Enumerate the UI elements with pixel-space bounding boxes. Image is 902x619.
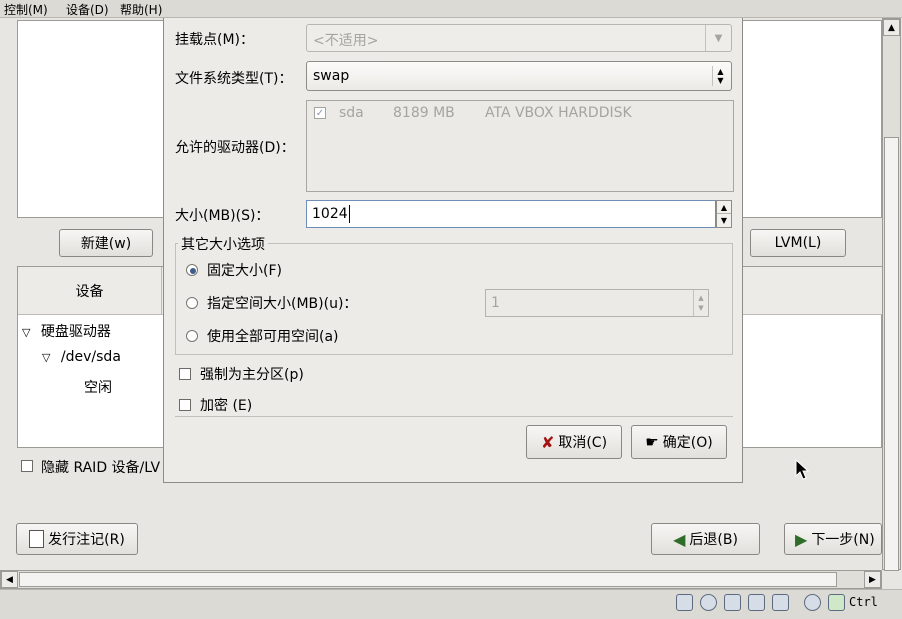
force-primary-checkbox[interactable] — [179, 368, 191, 380]
network-icon[interactable] — [724, 594, 741, 611]
ok-hand-icon: ☛ — [645, 433, 659, 451]
size-input[interactable]: 1024 — [306, 200, 716, 228]
cancel-icon: ✘ — [540, 432, 555, 452]
upto-size-radio[interactable] — [186, 297, 198, 309]
scroll-left-icon[interactable]: ◀ — [1, 571, 18, 588]
fixed-size-label: 固定大小(F) — [207, 263, 282, 279]
mouse-integration-icon[interactable] — [804, 594, 821, 611]
arrow-left-icon: ◀ — [673, 529, 686, 549]
tree-row-harddrives[interactable]: ▽ 硬盘驱动器 — [22, 321, 111, 341]
fixed-size-radio[interactable] — [186, 264, 198, 276]
drive-row-sda[interactable]: ✓ sda 8189 MB ATA VBOX HARDDISK — [307, 105, 733, 127]
encrypt-checkbox[interactable] — [179, 399, 191, 411]
drive-checkbox[interactable]: ✓ — [314, 107, 326, 119]
partition-graph-area-right — [742, 20, 882, 218]
upto-size-input[interactable]: 1 ▲ ▼ — [485, 289, 709, 317]
force-primary-label: 强制为主分区(p) — [200, 367, 304, 383]
ok-button[interactable]: ☛ 确定(O) — [631, 425, 727, 459]
menu-devices[interactable]: 设备(D) — [66, 1, 109, 18]
host-key-icon[interactable] — [828, 594, 845, 611]
spin-up-icon[interactable]: ▲ — [717, 201, 731, 214]
horizontal-scrollbar[interactable]: ◀ ▶ — [0, 570, 882, 589]
document-icon — [29, 530, 45, 548]
hscrollbar-thumb[interactable] — [19, 572, 837, 587]
menu-help[interactable]: 帮助(H) — [120, 1, 162, 18]
harddisk-icon[interactable] — [676, 594, 693, 611]
tree-row-free[interactable]: 空闲 — [84, 377, 112, 397]
tree-row-sda[interactable]: ▽ /dev/sda — [42, 349, 121, 365]
scroll-right-icon[interactable]: ▶ — [864, 571, 881, 588]
size-label: 大小(MB)(S)： — [175, 208, 270, 224]
menu-control[interactable]: 控制(M) — [4, 1, 48, 18]
text-cursor — [349, 205, 350, 223]
back-button[interactable]: ◀ 后退(B) — [651, 523, 760, 555]
hide-raid-checkbox[interactable] — [21, 460, 33, 472]
updown-arrow-icon[interactable]: ▲ ▼ — [712, 66, 728, 86]
dropdown-arrow-icon[interactable]: ▼ — [705, 25, 731, 51]
cancel-button[interactable]: ✘ 取消(C) — [526, 425, 622, 459]
mount-point-combo[interactable]: <不适用> ▼ — [306, 24, 732, 52]
fill-size-label: 使用全部可用空间(a) — [207, 329, 339, 345]
scroll-up-icon[interactable]: ▲ — [883, 19, 900, 36]
upto-spinner-icon[interactable]: ▲ ▼ — [693, 290, 708, 316]
spin-down-icon[interactable]: ▼ — [717, 214, 731, 227]
other-size-title: 其它大小选项 — [178, 234, 268, 254]
vertical-scrollbar[interactable]: ▲ — [882, 18, 901, 571]
upto-size-label: 指定空间大小(MB)(u)： — [207, 296, 358, 312]
expander-icon[interactable]: ▽ — [42, 351, 50, 364]
menu-bar: 控制(M) 设备(D) 帮助(H) — [0, 0, 902, 18]
lvm-button[interactable]: LVM(L) — [750, 229, 846, 257]
status-bar — [0, 589, 902, 619]
partition-graph-area — [17, 20, 165, 218]
new-button[interactable]: 新建(w) — [59, 229, 153, 257]
mount-point-label: 挂载点(M)： — [175, 32, 255, 48]
allowed-drives-label: 允许的驱动器(D)： — [175, 140, 295, 156]
device-column-header[interactable]: 设备 — [18, 267, 162, 315]
display-icon[interactable] — [772, 594, 789, 611]
release-notes-button[interactable]: 发行注记(R) — [16, 523, 138, 555]
cdrom-icon[interactable] — [700, 594, 717, 611]
separator — [175, 416, 733, 417]
fs-type-combo[interactable]: swap ▲ ▼ — [306, 61, 732, 91]
allowed-drives-list: ✓ sda 8189 MB ATA VBOX HARDDISK — [306, 100, 734, 192]
next-button[interactable]: ▶ 下一步(N) — [784, 523, 882, 555]
fill-size-radio[interactable] — [186, 330, 198, 342]
expander-icon[interactable]: ▽ — [22, 326, 30, 339]
hide-raid-label: 隐藏 RAID 设备/LV — [41, 460, 161, 476]
host-key-label: Ctrl — [849, 595, 878, 609]
arrow-right-icon: ▶ — [795, 529, 808, 549]
size-spinner[interactable]: ▲ ▼ — [716, 200, 732, 228]
shared-folder-icon[interactable] — [748, 594, 765, 611]
add-partition-dialog: 挂载点(M)： <不适用> ▼ 文件系统类型(T)： swap ▲ ▼ 允许的驱动… — [163, 18, 743, 483]
fs-type-label: 文件系统类型(T)： — [175, 71, 293, 87]
mouse-pointer-icon — [795, 459, 810, 480]
scrollbar-thumb[interactable] — [884, 137, 899, 571]
encrypt-label: 加密 (E) — [200, 398, 253, 414]
